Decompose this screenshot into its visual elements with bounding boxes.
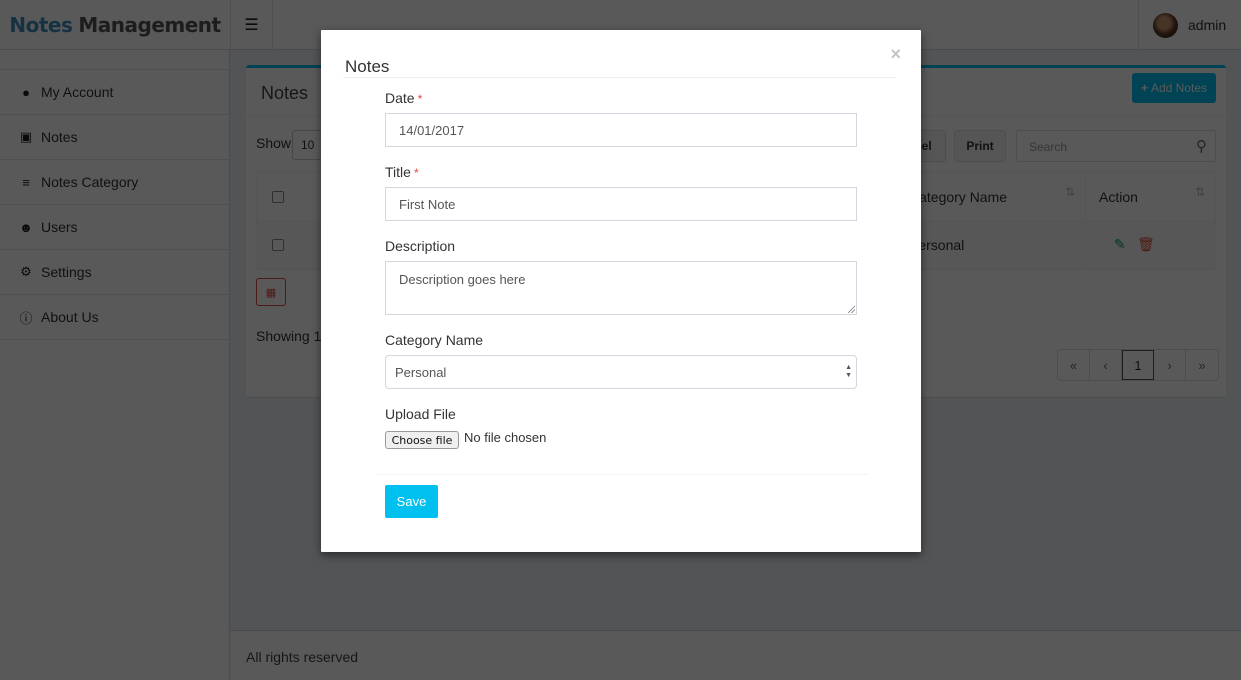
- required-mark: *: [417, 92, 423, 106]
- modal-footer-divider: [376, 474, 869, 475]
- file-status: No file chosen: [464, 430, 547, 445]
- title-label-text: Title: [385, 164, 411, 180]
- description-label: Description: [385, 238, 456, 254]
- category-select[interactable]: Personal ▲ ▼: [385, 355, 857, 389]
- date-field[interactable]: 14/01/2017: [385, 113, 857, 147]
- upload-label: Upload File: [385, 406, 456, 422]
- select-arrows-icon: ▲ ▼: [845, 364, 852, 379]
- category-selected-value: Personal: [395, 365, 447, 380]
- required-mark: *: [413, 166, 419, 180]
- description-text: Description goes here: [399, 272, 526, 287]
- title-field[interactable]: First Note: [385, 187, 857, 221]
- choose-file-button[interactable]: Choose file: [385, 431, 459, 449]
- notes-modal: × Notes Date * 14/01/2017 Title * First No…: [321, 30, 921, 552]
- description-textarea[interactable]: Description goes here: [385, 261, 857, 315]
- save-button[interactable]: Save: [385, 485, 438, 518]
- date-label-text: Date: [385, 90, 415, 106]
- title-label: Title *: [385, 164, 419, 180]
- close-icon[interactable]: ×: [890, 44, 901, 65]
- modal-header-divider: [343, 77, 896, 78]
- resize-handle[interactable]: [848, 306, 855, 313]
- modal-title: Notes: [345, 57, 390, 76]
- category-label: Category Name: [385, 332, 484, 348]
- date-label: Date *: [385, 90, 422, 106]
